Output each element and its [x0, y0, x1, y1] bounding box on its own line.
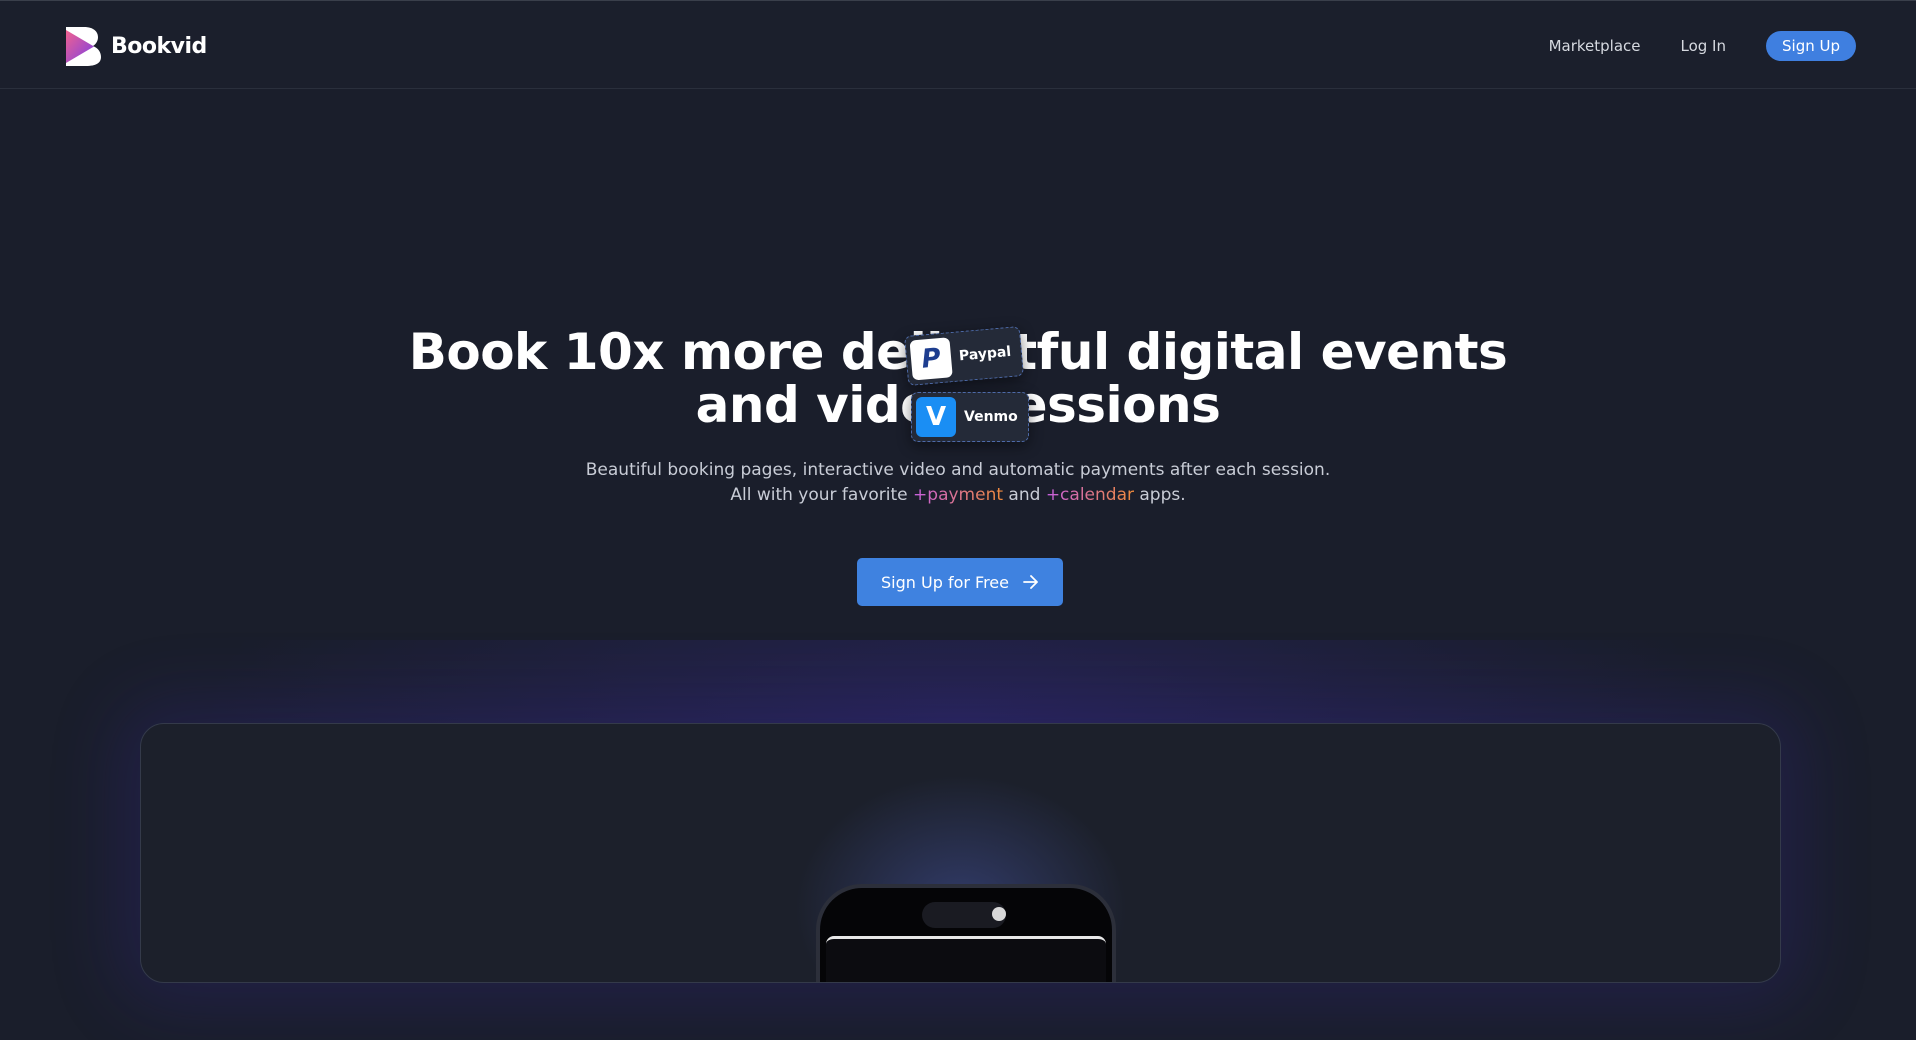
phone-screen: [826, 936, 1106, 982]
venmo-chip: V Venmo: [911, 392, 1029, 442]
venmo-chip-label: Venmo: [964, 409, 1018, 425]
signup-free-label: Sign Up for Free: [881, 572, 1009, 592]
signup-free-button[interactable]: Sign Up for Free: [857, 558, 1063, 606]
calendar-highlight: +calendar: [1045, 485, 1134, 505]
arrow-right-icon: [1023, 575, 1038, 589]
nav-marketplace-link[interactable]: Marketplace: [1549, 37, 1641, 55]
paypal-icon: P: [909, 337, 953, 381]
subtitle-post: apps.: [1139, 485, 1186, 505]
payment-highlight: +payment: [913, 485, 1004, 505]
top-navbar: Bookvid Marketplace Log In Sign Up: [0, 0, 1916, 89]
nav-login-link[interactable]: Log In: [1681, 37, 1727, 55]
subtitle-pre: All with your favorite: [730, 485, 908, 505]
product-preview-panel: [140, 723, 1781, 983]
paypal-chip: P Paypal: [904, 326, 1025, 386]
phone-mockup: [816, 884, 1116, 982]
brand-name: Bookvid: [111, 33, 207, 59]
camera-icon: [992, 907, 1006, 921]
bookvid-logo-icon: [66, 26, 101, 66]
brand-logo[interactable]: Bookvid: [64, 25, 207, 67]
main-nav: Marketplace Log In Sign Up: [1549, 31, 1856, 61]
subtitle-line1: Beautiful booking pages, interactive vid…: [585, 460, 1331, 480]
paypal-chip-label: Paypal: [958, 343, 1012, 365]
subtitle-and: and: [1008, 485, 1041, 505]
hero-subtitle: Beautiful booking pages, interactive vid…: [0, 458, 1916, 508]
venmo-icon: V: [916, 397, 956, 437]
nav-signup-button[interactable]: Sign Up: [1766, 31, 1856, 61]
